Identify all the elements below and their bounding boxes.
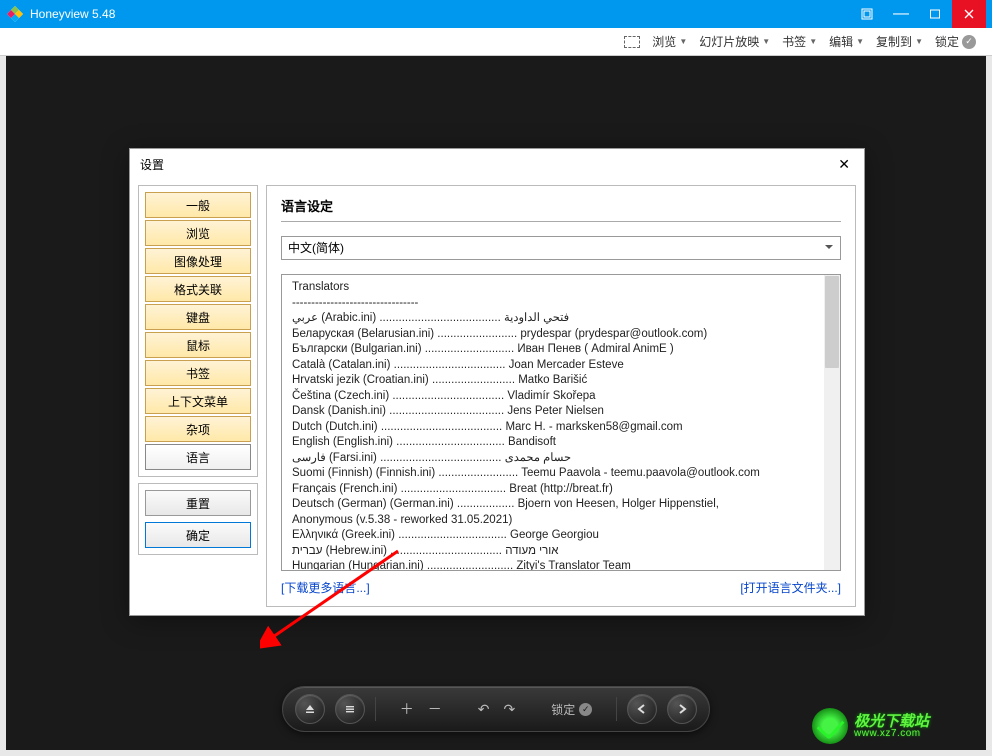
eject-button[interactable] xyxy=(295,694,325,724)
settings-content: 语言设定 中文(简体) Translators-----------------… xyxy=(266,185,856,607)
translator-row: Беларуская (Belarusian.ini) ............… xyxy=(292,327,830,343)
rotate-right-button[interactable]: ↷ xyxy=(503,701,515,718)
translator-row: Dansk (Danish.ini) .....................… xyxy=(292,404,830,420)
sidebar-item-2[interactable]: 图像处理 xyxy=(145,248,251,274)
next-button[interactable] xyxy=(667,694,697,724)
menu-button[interactable] xyxy=(335,694,365,724)
translator-row: Suomi (Finnish) (Finnish.ini) ..........… xyxy=(292,466,830,482)
player-bar: ＋ － ↶ ↷ 锁定✓ xyxy=(282,686,710,732)
watermark-url: www.xz7.com xyxy=(854,729,929,739)
maximize-button[interactable] xyxy=(918,0,952,28)
toolbar-bookmark-label: 书签 xyxy=(782,33,806,50)
sidebar-item-7[interactable]: 上下文菜单 xyxy=(145,388,251,414)
settings-sidebar: 一般浏览图像处理格式关联键盘鼠标书签上下文菜单杂项语言 重置 确定 xyxy=(138,185,258,607)
translator-row: Anonymous (v.5.38 - reworked 31.05.2021) xyxy=(292,513,830,529)
titlebar: Honeyview 5.48 — xyxy=(0,0,992,28)
translator-row: Čeština (Czech.ini) ....................… xyxy=(292,389,830,405)
app-icon xyxy=(6,5,24,23)
scrollbar[interactable] xyxy=(824,275,840,570)
open-lang-folder-link[interactable]: [打开语言文件夹...] xyxy=(740,579,841,596)
translator-row: Français (French.ini) ..................… xyxy=(292,482,830,498)
reset-button[interactable]: 重置 xyxy=(145,490,251,516)
sidebar-item-5[interactable]: 鼠标 xyxy=(145,332,251,358)
sidebar-item-6[interactable]: 书签 xyxy=(145,360,251,386)
toolbar-slideshow-label: 幻灯片放映 xyxy=(699,33,759,50)
translator-row: Hrvatski jezik (Croatian.ini) ..........… xyxy=(292,373,830,389)
toolbar-slideshow[interactable]: 幻灯片放映▼ xyxy=(695,31,774,52)
playbar-lock[interactable]: 锁定✓ xyxy=(551,701,592,718)
zoom-in-button[interactable]: ＋ xyxy=(400,699,414,719)
translator-row: עברית (Hebrew.ini) .....................… xyxy=(292,544,830,560)
sidebar-item-0[interactable]: 一般 xyxy=(145,192,251,218)
toolbar-lock[interactable]: 锁定✓ xyxy=(931,31,980,52)
main-toolbar: 浏览▼ 幻灯片放映▼ 书签▼ 编辑▼ 复制到▼ 锁定✓ xyxy=(0,28,992,56)
check-icon: ✓ xyxy=(962,35,976,49)
window-controls: — xyxy=(850,0,986,28)
minimize-button[interactable]: — xyxy=(884,0,918,28)
toolbar-edit-label: 编辑 xyxy=(829,33,853,50)
translator-row: Català (Catalan.ini) ...................… xyxy=(292,358,830,374)
fit-mode[interactable] xyxy=(620,34,644,50)
translators-list[interactable]: Translators-----------------------------… xyxy=(281,274,841,571)
toolbar-copyto-label: 复制到 xyxy=(876,33,912,50)
panel-title: 语言设定 xyxy=(281,196,841,222)
dialog-titlebar: 设置 ✕ xyxy=(130,149,864,179)
ok-button[interactable]: 确定 xyxy=(145,522,251,548)
check-icon: ✓ xyxy=(579,703,592,716)
sidebar-item-8[interactable]: 杂项 xyxy=(145,416,251,442)
toolbar-bookmark[interactable]: 书签▼ xyxy=(778,31,821,52)
download-more-link[interactable]: [下载更多语言...] xyxy=(281,579,370,596)
fullscreen-button[interactable] xyxy=(850,0,884,28)
rotate-left-button[interactable]: ↶ xyxy=(478,701,490,718)
prev-button[interactable] xyxy=(627,694,657,724)
translator-row: Translators xyxy=(292,280,830,296)
translator-row: فارسی (Farsi.ini) ......................… xyxy=(292,451,830,467)
close-button[interactable] xyxy=(952,0,986,28)
scroll-thumb[interactable] xyxy=(825,276,839,368)
translator-row: English (English.ini) ..................… xyxy=(292,435,830,451)
toolbar-lock-label: 锁定 xyxy=(935,33,959,50)
toolbar-copyto[interactable]: 复制到▼ xyxy=(872,31,927,52)
fit-icon xyxy=(624,36,640,48)
sidebar-item-1[interactable]: 浏览 xyxy=(145,220,251,246)
settings-dialog: 设置 ✕ 一般浏览图像处理格式关联键盘鼠标书签上下文菜单杂项语言 重置 确定 语… xyxy=(129,148,865,616)
toolbar-edit[interactable]: 编辑▼ xyxy=(825,31,868,52)
toolbar-browse-label: 浏览 xyxy=(652,33,676,50)
language-select[interactable]: 中文(简体) xyxy=(281,236,841,260)
translator-row: Ελληνικά (Greek.ini) ...................… xyxy=(292,528,830,544)
watermark-name: 极光下载站 xyxy=(854,714,929,729)
toolbar-browse[interactable]: 浏览▼ xyxy=(648,31,691,52)
sidebar-item-4[interactable]: 键盘 xyxy=(145,304,251,330)
translator-row: --------------------------------- xyxy=(292,296,830,312)
translator-row: Български (Bulgarian.ini) ..............… xyxy=(292,342,830,358)
translator-row: Hungarian (Hungarian.ini) ..............… xyxy=(292,559,830,571)
dialog-close-button[interactable]: ✕ xyxy=(834,154,854,175)
sidebar-item-3[interactable]: 格式关联 xyxy=(145,276,251,302)
zoom-out-button[interactable]: － xyxy=(428,699,442,719)
translator-row: Dutch (Dutch.ini) ......................… xyxy=(292,420,830,436)
dialog-title: 设置 xyxy=(140,156,164,173)
app-title: Honeyview 5.48 xyxy=(30,7,850,21)
watermark-icon xyxy=(812,708,848,744)
translator-row: عربي (Arabic.ini) ......................… xyxy=(292,311,830,327)
translator-row: Deutsch (German) (German.ini) ..........… xyxy=(292,497,830,513)
sidebar-item-9[interactable]: 语言 xyxy=(145,444,251,470)
watermark: 极光下载站 www.xz7.com xyxy=(812,704,982,748)
